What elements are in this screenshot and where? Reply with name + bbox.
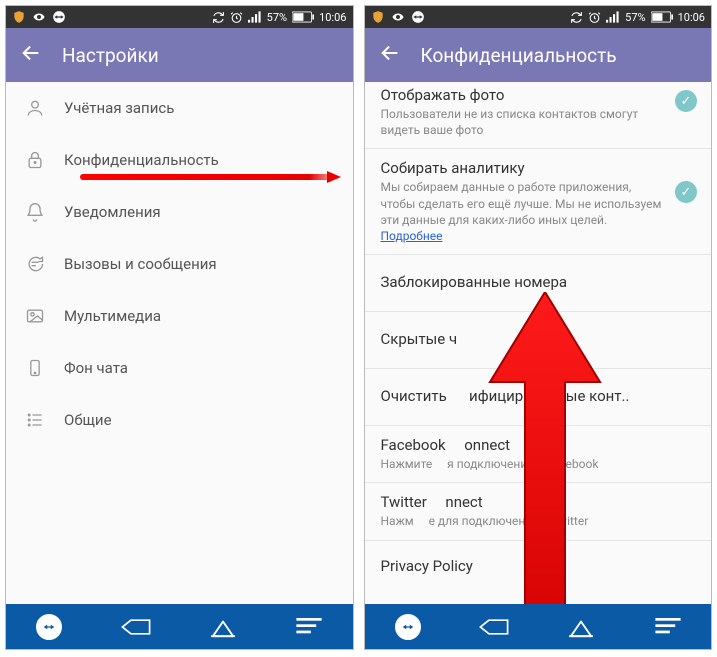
bell-icon bbox=[24, 201, 46, 223]
teamviewer-status-icon bbox=[52, 10, 66, 24]
sidebar-item-privacy[interactable]: Конфиденциальность bbox=[6, 134, 353, 186]
privacy-policy[interactable]: Privacy Policy bbox=[365, 541, 712, 593]
item-title: Заблокированные номера bbox=[381, 273, 568, 291]
phone-icon bbox=[24, 357, 46, 379]
alarm-icon bbox=[230, 11, 243, 24]
privacy-twitter-connect[interactable]: Twitter nnect Нажм е для подключения к T… bbox=[365, 483, 712, 540]
privacy-show-photo[interactable]: Отображать фото Пользователи не из списк… bbox=[365, 82, 712, 149]
eye-icon bbox=[390, 11, 406, 23]
item-title: Facebook onnect bbox=[381, 436, 698, 454]
item-subtitle: Мы собираем данные о работе приложения, … bbox=[381, 179, 666, 244]
page-title: Настройки bbox=[62, 44, 159, 67]
item-title: Скрытые ч bbox=[381, 330, 458, 348]
home-nav-icon[interactable] bbox=[199, 616, 247, 638]
app-bar: Конфиденциальность bbox=[365, 28, 712, 82]
item-subtitle: Нажм е для подключения к Twitter bbox=[381, 513, 698, 529]
item-title: Собирать аналитику bbox=[381, 159, 666, 177]
page-title: Конфиденциальность bbox=[421, 44, 617, 67]
list-label: Фон чата bbox=[64, 359, 128, 377]
privacy-facebook-connect[interactable]: Facebook onnect Нажмите я подключения к … bbox=[365, 426, 712, 483]
status-right-icons: 57% 10:06 bbox=[570, 11, 705, 24]
highlight-arrow-icon bbox=[80, 174, 335, 180]
clock-time: 10:06 bbox=[678, 11, 705, 24]
sidebar-item-notifications[interactable]: Уведомления bbox=[6, 186, 353, 238]
back-nav-icon[interactable] bbox=[112, 616, 160, 638]
list-label: Конфиденциальность bbox=[64, 151, 219, 169]
privacy-analytics[interactable]: Собирать аналитику Мы собираем данные о … bbox=[365, 149, 712, 255]
eye-icon bbox=[31, 11, 47, 23]
recent-nav-icon[interactable] bbox=[285, 618, 333, 636]
shield-icon bbox=[12, 10, 26, 24]
item-title: Twitter nnect bbox=[381, 493, 698, 511]
sidebar-item-calls[interactable]: Вызовы и сообщения bbox=[6, 238, 353, 290]
back-icon[interactable] bbox=[20, 42, 42, 69]
sidebar-item-media[interactable]: Мультимедиа bbox=[6, 290, 353, 342]
battery-percent: 57% bbox=[267, 11, 287, 24]
sync-icon bbox=[212, 11, 225, 24]
image-icon bbox=[24, 305, 46, 327]
list-label: Вызовы и сообщения bbox=[64, 255, 217, 273]
privacy-hidden-chats[interactable]: Скрытые ч bbox=[365, 312, 712, 369]
battery-icon bbox=[292, 11, 314, 23]
battery-icon bbox=[651, 11, 673, 23]
alarm-icon bbox=[588, 11, 601, 24]
check-icon[interactable]: ✓ bbox=[675, 90, 697, 112]
sidebar-item-general[interactable]: Общие bbox=[6, 394, 353, 446]
clock-time: 10:06 bbox=[319, 11, 346, 24]
item-title: Отображать фото bbox=[381, 86, 666, 104]
android-nav-bar bbox=[6, 604, 353, 649]
sync-icon bbox=[570, 11, 583, 24]
home-nav-icon[interactable] bbox=[557, 616, 605, 638]
back-nav-icon[interactable] bbox=[470, 616, 518, 638]
sidebar-item-account[interactable]: Учётная запись bbox=[6, 82, 353, 134]
app-bar: Настройки bbox=[6, 28, 353, 82]
recent-nav-icon[interactable] bbox=[644, 618, 692, 636]
teamviewer-status-icon bbox=[411, 10, 425, 24]
android-nav-bar bbox=[365, 604, 712, 649]
status-right-icons: 57% 10:06 bbox=[212, 11, 347, 24]
privacy-blocked-numbers[interactable]: Заблокированные номера bbox=[365, 255, 712, 312]
teamviewer-nav-icon[interactable] bbox=[25, 614, 73, 640]
item-subtitle: Нажмите я подключения к Facebook bbox=[381, 456, 698, 472]
status-bar: 57% 10:06 bbox=[6, 6, 353, 28]
settings-list: Учётная запись Конфиденциальность Уведом… bbox=[6, 82, 353, 604]
list-label: Уведомления bbox=[64, 203, 161, 221]
status-left-icons bbox=[371, 10, 425, 24]
teamviewer-nav-icon[interactable] bbox=[384, 614, 432, 640]
lock-icon bbox=[24, 149, 46, 171]
item-subtitle: Пользователи не из списка контактов смог… bbox=[381, 106, 666, 138]
privacy-list: Отображать фото Пользователи не из списк… bbox=[365, 82, 712, 604]
signal-icon bbox=[248, 11, 262, 23]
signal-icon bbox=[606, 11, 620, 23]
status-left-icons bbox=[12, 10, 66, 24]
shield-icon bbox=[371, 10, 385, 24]
check-icon[interactable]: ✓ bbox=[675, 181, 697, 203]
list-icon bbox=[24, 409, 46, 431]
list-label: Мультимедиа bbox=[64, 307, 161, 325]
battery-percent: 57% bbox=[625, 11, 645, 24]
back-icon[interactable] bbox=[379, 42, 401, 69]
privacy-clear-trusted[interactable]: Очистить ифицированные конт.. bbox=[365, 369, 712, 426]
phone-left: 57% 10:06 Настройки Учётная запись Конфи… bbox=[5, 5, 354, 650]
item-title: Privacy Policy bbox=[381, 557, 473, 575]
item-title: Очистить ифицированные конт.. bbox=[381, 387, 630, 405]
phone-right: 57% 10:06 Конфиденциальность Отображать … bbox=[364, 5, 713, 650]
list-label: Общие bbox=[64, 411, 112, 429]
list-label: Учётная запись bbox=[64, 99, 174, 117]
status-bar: 57% 10:06 bbox=[365, 6, 712, 28]
chat-icon bbox=[24, 253, 46, 275]
learn-more-link[interactable]: Подробнее bbox=[381, 229, 443, 243]
user-icon bbox=[24, 97, 46, 119]
sidebar-item-wallpaper[interactable]: Фон чата bbox=[6, 342, 353, 394]
